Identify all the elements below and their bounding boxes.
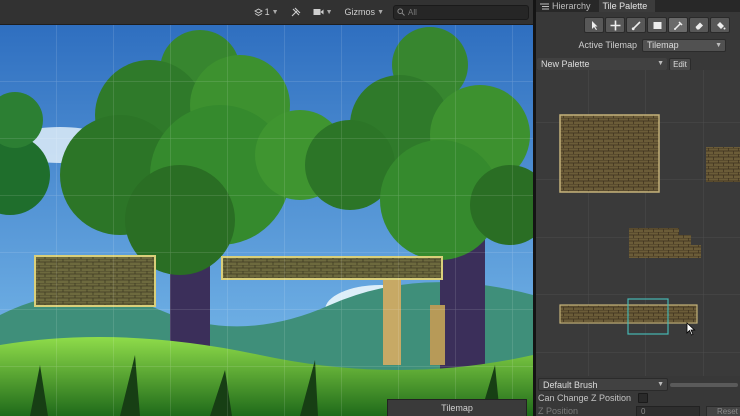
select-tool-button[interactable] [584,17,604,33]
search-icon [397,8,405,16]
active-tilemap-label: Active Tilemap [578,40,637,50]
fill-tool-button[interactable] [710,17,730,33]
tab-tile-palette[interactable]: Tile Palette [598,0,656,12]
brush-slider[interactable] [670,382,738,387]
reset-button[interactable]: Reset [706,406,740,416]
palette-tiles [536,70,740,376]
active-tilemap-value: Tilemap [647,40,679,50]
tile-palette-panel: Hierarchy Tile Palette Active Tilemap Ti… [536,0,740,416]
hierarchy-icon [540,3,549,9]
brush-value: Default Brush [543,379,598,390]
eraser-icon [695,22,703,29]
tab-hierarchy[interactable]: Hierarchy [536,0,599,12]
panel-tabbar: Hierarchy Tile Palette [536,0,740,12]
mouse-cursor-icon [686,322,696,336]
z-position-row: Z Position 0 Reset [536,405,740,416]
edit-label: Edit [673,59,687,69]
brush-dropdown[interactable]: Default Brush ▼ [538,378,668,391]
z-position-field[interactable]: 0 [636,406,700,416]
active-tilemap-dropdown[interactable]: Tilemap ▼ [642,38,726,52]
palette-row: New Palette ▼ Edit [536,57,740,71]
picker-tool-button[interactable] [668,17,688,33]
chevron-down-icon: ▼ [325,8,333,16]
select-arrow-icon [591,20,597,30]
scene-canvas[interactable] [0,25,533,416]
scene-artwork [0,25,533,416]
tools-button[interactable] [288,4,304,20]
reset-label: Reset [717,407,738,416]
z-position-label: Z Position [538,406,579,416]
palette-tools [536,12,740,34]
palette-dropdown[interactable]: New Palette ▼ [537,57,667,71]
wrench-icon [291,7,300,17]
brush-icon [631,20,641,30]
chevron-down-icon: ▼ [715,41,722,49]
chevron-down-icon: ▼ [377,8,384,16]
tab-hierarchy-label: Hierarchy [552,1,591,11]
paint-tool-button[interactable] [626,17,646,33]
scene-search-input[interactable]: All [393,4,529,20]
erase-tool-button[interactable] [689,17,709,33]
picker-icon [673,20,683,30]
camera-icon [313,9,324,15]
scene-view[interactable]: 1 ▼ ▼ Gizmos ▼ All Tilemap [0,0,533,416]
active-tilemap-row: Active Tilemap Tilemap ▼ [536,37,740,53]
layers-count: 1 [264,7,270,17]
layers-dropdown[interactable]: 1 ▼ [251,4,282,20]
palette-grid[interactable] [536,70,740,376]
can-change-z-row: Can Change Z Position [536,392,740,404]
layers-icon [253,7,263,16]
can-change-z-checkbox[interactable] [638,393,648,403]
move-tool-button[interactable] [605,17,625,33]
tilemap-overlay-tab[interactable]: Tilemap [387,399,527,416]
camera-dropdown[interactable]: ▼ [310,4,336,20]
gizmos-label: Gizmos [344,7,376,17]
chevron-down-icon: ▼ [657,60,664,67]
chevron-down-icon: ▼ [271,8,279,16]
tab-tile-palette-label: Tile Palette [602,1,648,11]
box-fill-icon [653,21,661,29]
search-placeholder: All [408,7,417,17]
can-change-z-label: Can Change Z Position [538,393,632,403]
scene-toolbar: 1 ▼ ▼ Gizmos ▼ All [0,0,533,25]
tilemap-overlay-label: Tilemap [441,403,473,413]
edit-palette-button[interactable]: Edit [669,57,691,71]
gizmos-dropdown[interactable]: Gizmos ▼ [342,4,387,20]
z-position-value: 0 [641,407,646,416]
paint-bucket-icon [716,21,725,29]
box-fill-tool-button[interactable] [647,17,667,33]
chevron-down-icon: ▼ [657,381,664,388]
brush-row: Default Brush ▼ [536,378,740,391]
move-icon [610,20,620,30]
palette-value: New Palette [541,58,590,69]
